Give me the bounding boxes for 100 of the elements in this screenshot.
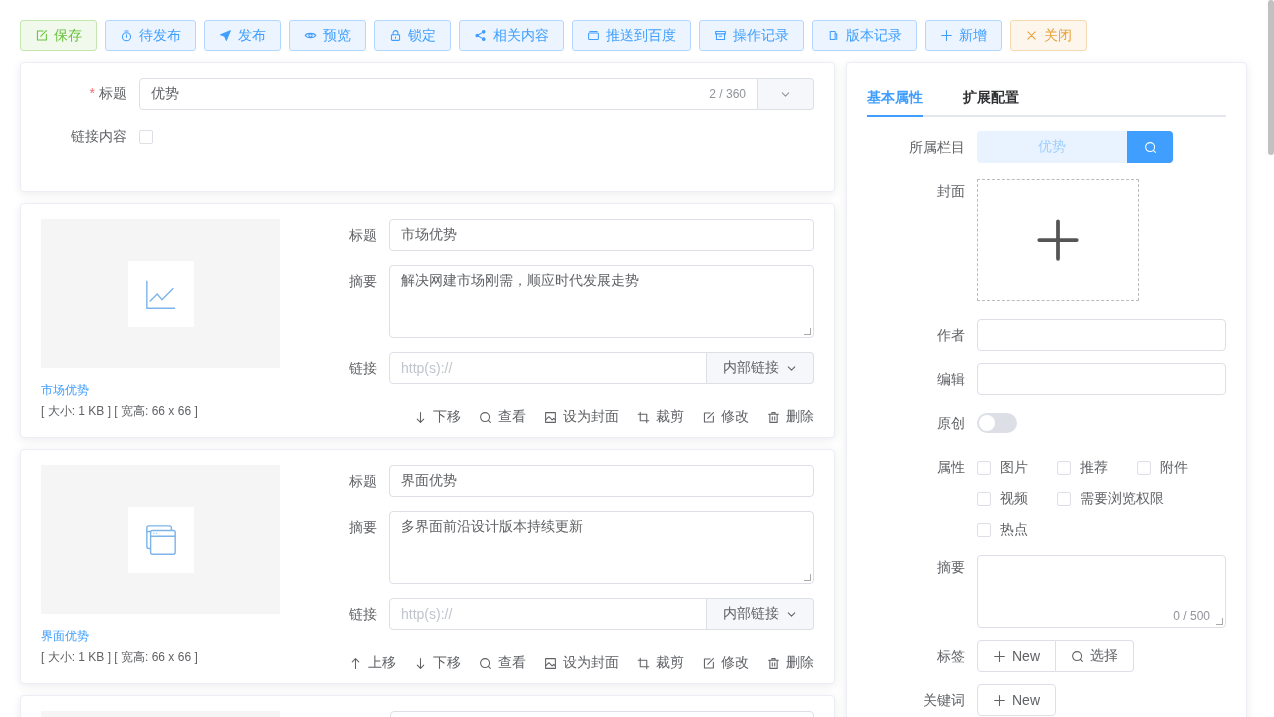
checkbox[interactable] (977, 461, 991, 475)
image-meta: [ 大小: 1 KB ] [ 宽高: 66 x 66 ] (41, 649, 198, 666)
new-tag-button[interactable]: New (977, 640, 1056, 672)
resize-grip (804, 574, 811, 581)
crop-icon (637, 656, 650, 670)
action-button[interactable]: 上移 (349, 654, 396, 672)
field-label: 标题 (99, 85, 127, 101)
checkbox[interactable] (1137, 461, 1151, 475)
field-label: 链接内容 (71, 128, 127, 144)
required-mark: * (89, 85, 95, 101)
field-label: 编辑 (936, 370, 966, 389)
char-counter: 0 / 500 (1173, 609, 1210, 623)
checkbox-label: 推荐 (1080, 459, 1108, 477)
paper-plane-icon (219, 29, 232, 42)
field-label: 所属栏目 (908, 138, 966, 157)
title-field[interactable]: 市场优势 (389, 219, 814, 251)
plus-icon (993, 693, 1006, 707)
cover-upload[interactable] (977, 179, 1139, 301)
field-label: 作者 (936, 326, 966, 345)
plus-icon (940, 29, 953, 42)
checkbox[interactable] (977, 492, 991, 506)
archive-icon (714, 29, 727, 42)
checkbox[interactable] (1057, 461, 1071, 475)
summary-field[interactable]: 多界面前沿设计版本持续更新 (389, 511, 814, 584)
lock-icon (389, 29, 402, 42)
checkbox[interactable] (139, 130, 153, 144)
field-label: 原创 (936, 414, 966, 433)
action-button[interactable]: 查看 (479, 654, 526, 672)
arrow-up-icon (349, 656, 362, 670)
edit-icon (35, 29, 48, 42)
dropdown-button[interactable] (758, 78, 814, 110)
action-button[interactable]: 查看 (479, 408, 526, 426)
checkbox[interactable] (977, 523, 991, 537)
search-icon (479, 410, 492, 424)
action-button[interactable]: 裁剪 (637, 654, 684, 672)
plus-icon (993, 649, 1006, 663)
checkbox-label: 需要浏览权限 (1080, 490, 1164, 508)
char-counter: 2 / 360 (709, 87, 746, 101)
toggle-switch[interactable] (977, 413, 1017, 433)
field-label: 关键词 (922, 691, 966, 710)
select-tag-button[interactable]: 选择 (1056, 640, 1134, 672)
action-button[interactable]: 下移 (414, 654, 461, 672)
ticket-icon (827, 29, 840, 42)
windows-icon (143, 522, 178, 557)
summary-field[interactable]: 0 / 500 (977, 555, 1226, 628)
crop-icon (637, 410, 650, 424)
tab[interactable]: 扩展配置 (963, 83, 1019, 117)
action-button[interactable]: 修改 (702, 654, 749, 672)
action-button[interactable]: 设为封面 (544, 654, 619, 672)
resize-grip (1216, 618, 1223, 625)
action-button[interactable]: 删除 (767, 408, 814, 426)
action-button[interactable]: 裁剪 (637, 408, 684, 426)
checkbox-label: 热点 (1000, 521, 1028, 539)
summary-field[interactable]: 解决网建市场刚需，顺应时代发展走势 (389, 265, 814, 338)
field-label: 属性 (936, 458, 966, 477)
search-icon (1071, 649, 1084, 663)
action-button[interactable]: 设为封面 (544, 408, 619, 426)
field-label: 摘要 (348, 272, 378, 291)
field-label: 标题 (348, 226, 378, 245)
checkbox-label: 图片 (1000, 459, 1028, 477)
author-field[interactable] (977, 319, 1226, 351)
field-label: 摘要 (348, 518, 378, 537)
action-button[interactable]: 修改 (702, 408, 749, 426)
box-icon (587, 29, 600, 42)
picture-icon (544, 410, 557, 424)
new-keyword-button[interactable]: New (977, 684, 1056, 716)
field-label: 标题 (348, 472, 378, 491)
picture-icon (544, 656, 557, 670)
resize-grip (804, 328, 811, 335)
stopwatch-icon (120, 29, 133, 42)
search-icon (1143, 140, 1157, 154)
trash-icon (767, 410, 780, 424)
field-label: 标签 (936, 647, 966, 666)
arrow-down-icon (414, 656, 427, 670)
trash-icon (767, 656, 780, 670)
link-type-dropdown[interactable]: 内部链接 (707, 352, 814, 384)
link-type-dropdown[interactable]: 内部链接 (707, 598, 814, 630)
field-label: 链接 (348, 359, 378, 378)
edit-icon (702, 410, 715, 424)
link-field[interactable]: http(s):// (389, 352, 707, 384)
field-label: 封面 (936, 182, 966, 201)
field-label: 链接 (348, 605, 378, 624)
link-field[interactable]: http(s):// (389, 598, 707, 630)
title-field[interactable]: 界面优势 (389, 465, 814, 497)
editor-field[interactable] (977, 363, 1226, 395)
close-icon (1025, 29, 1038, 42)
arrow-down-icon (414, 410, 427, 424)
title-field[interactable]: 优势 2 / 360 (139, 78, 758, 110)
checkbox-label: 视频 (1000, 490, 1028, 508)
action-button[interactable]: 下移 (414, 408, 461, 426)
search-icon (479, 656, 492, 670)
checkbox-label: 附件 (1160, 459, 1188, 477)
search-button[interactable] (1127, 131, 1173, 163)
share-icon (474, 29, 487, 42)
scrollbar[interactable] (1268, 0, 1274, 155)
field-label: 摘要 (936, 558, 966, 577)
action-button[interactable]: 删除 (767, 654, 814, 672)
image-meta: [ 大小: 1 KB ] [ 宽高: 66 x 66 ] (41, 403, 198, 420)
checkbox[interactable] (1057, 492, 1071, 506)
edit-icon (702, 656, 715, 670)
